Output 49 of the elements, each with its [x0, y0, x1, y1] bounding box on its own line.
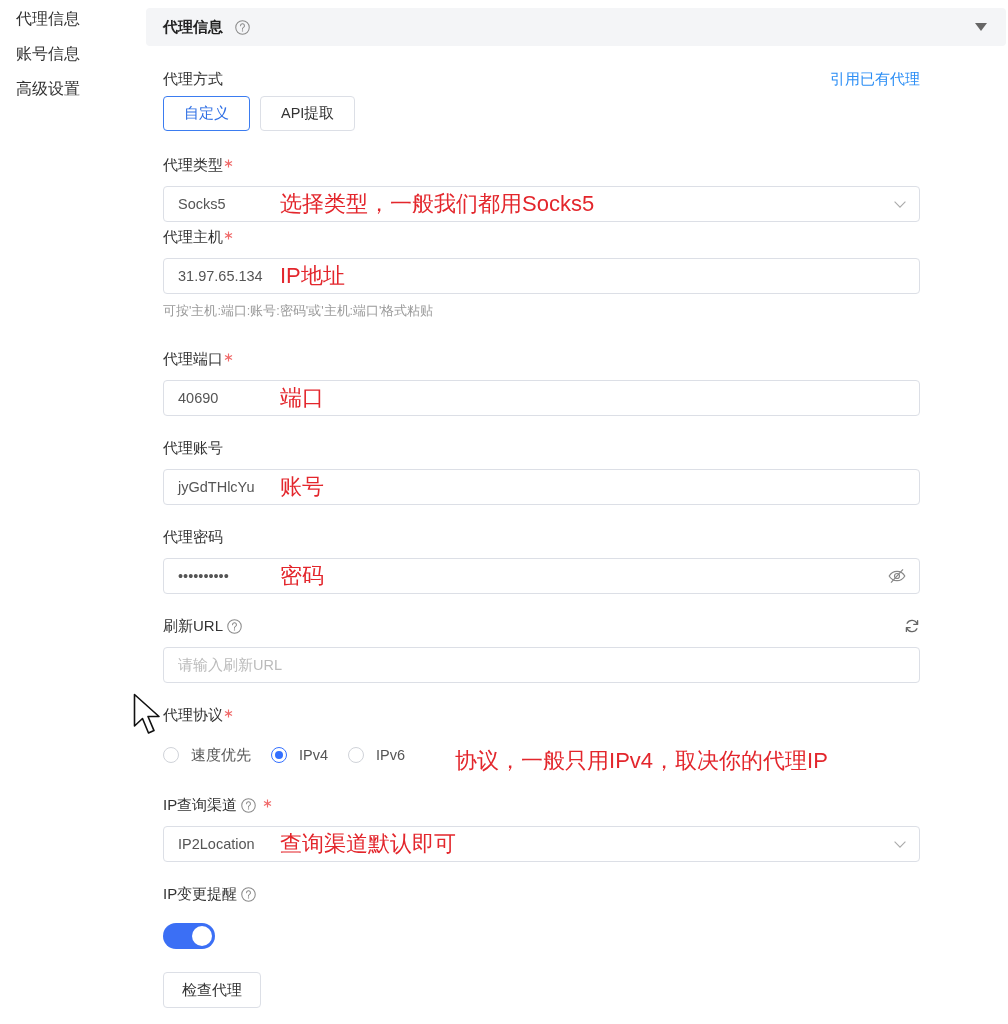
- mode-option-button[interactable]: 自定义: [163, 96, 250, 131]
- radio-option[interactable]: 速度优先: [163, 745, 251, 765]
- annotation-text: 协议，一般只用IPv4，取决你的代理IP: [455, 748, 828, 774]
- text-input[interactable]: 40690 端口: [163, 380, 920, 416]
- field-label: 代理端口: [163, 349, 223, 369]
- text-input[interactable]: jyGdTHlcYu 账号: [163, 469, 920, 505]
- radio-option[interactable]: IPv4: [271, 747, 328, 763]
- chevron-down-icon[interactable]: [894, 840, 906, 848]
- mode-option-button[interactable]: API提取: [260, 96, 356, 131]
- help-icon[interactable]: [227, 618, 242, 634]
- text-input[interactable]: 31.97.65.134 IP地址: [163, 258, 920, 294]
- mouse-pointer-icon: [133, 693, 161, 735]
- help-icon[interactable]: [241, 797, 257, 813]
- field-label: 代理方式: [163, 69, 223, 89]
- field-label: 代理类型: [163, 155, 223, 175]
- sidebar-nav-item[interactable]: 高级设置: [16, 79, 80, 99]
- existing-proxy-link[interactable]: 引用已有代理: [830, 69, 920, 89]
- annotation-text: IP地址: [280, 263, 345, 289]
- select-field[interactable]: IP2Location 查询渠道默认即可: [163, 826, 920, 862]
- chevron-down-icon[interactable]: [894, 200, 906, 208]
- refresh-icon[interactable]: [904, 618, 920, 634]
- hint-text: 可按'主机:端口:账号:密码'或'主机:端口'格式粘贴: [163, 303, 435, 320]
- field-label: 代理密码: [163, 527, 223, 547]
- help-icon[interactable]: [235, 19, 250, 35]
- select-field[interactable]: Socks5 选择类型，一般我们都用Socks5: [163, 186, 920, 222]
- field-label: 刷新URL: [163, 616, 223, 636]
- field-label: 代理协议: [163, 705, 223, 725]
- help-icon[interactable]: [241, 886, 257, 902]
- annotation-text: 选择类型，一般我们都用Socks5: [280, 191, 595, 217]
- radio-option[interactable]: IPv6: [348, 747, 406, 763]
- text-input[interactable]: 请输入刷新URL: [163, 647, 920, 683]
- sidebar-nav-item[interactable]: 账号信息: [16, 44, 80, 64]
- password-input[interactable]: •••••••••• 密码: [163, 558, 920, 594]
- annotation-text: 查询渠道默认即可: [280, 831, 456, 857]
- field-label: 代理账号: [163, 438, 223, 458]
- eye-slash-icon[interactable]: [888, 568, 906, 584]
- sidebar-nav-item[interactable]: 代理信息: [16, 9, 80, 29]
- annotation-text: 账号: [280, 474, 324, 500]
- annotation-text: 密码: [280, 563, 324, 589]
- check-proxy-button[interactable]: 检查代理: [163, 972, 261, 1008]
- section-title: 代理信息: [163, 17, 223, 37]
- radio-circle-icon[interactable]: [271, 747, 287, 763]
- toggle-switch[interactable]: [163, 923, 215, 949]
- field-label: IP查询渠道: [163, 795, 238, 815]
- field-label: 代理主机: [163, 227, 223, 247]
- annotation-text: 端口: [280, 385, 324, 411]
- field-label: IP变更提醒: [163, 884, 238, 904]
- caret-icon[interactable]: [975, 23, 987, 31]
- section-header[interactable]: 代理信息: [146, 8, 1006, 46]
